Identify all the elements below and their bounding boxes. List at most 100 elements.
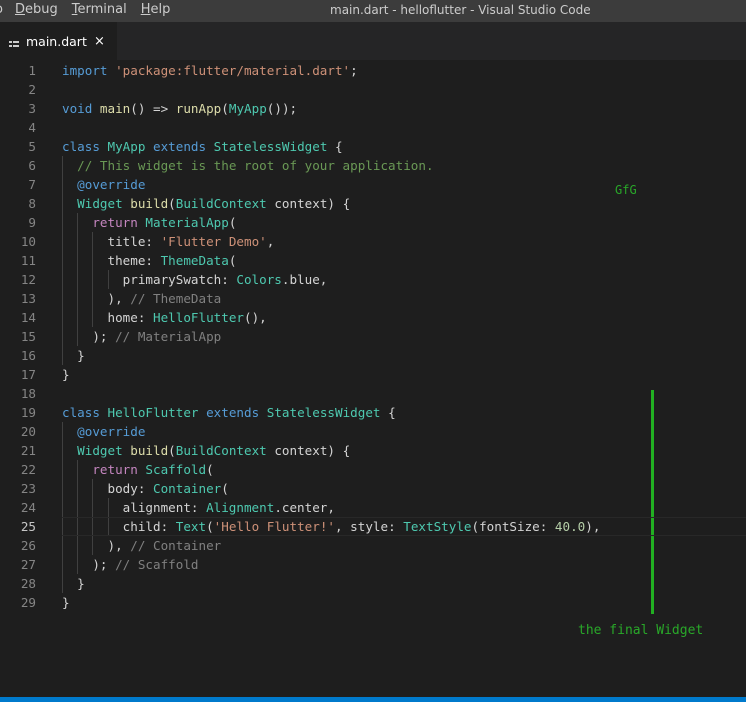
code-token: build [130, 443, 169, 458]
code-text: return Scaffold( [62, 460, 214, 479]
code-line[interactable]: 27 ); // Scaffold [0, 555, 746, 574]
code-token: // ThemeData [130, 291, 222, 306]
code-text: // This widget is the root of your appli… [62, 156, 433, 175]
line-number: 17 [20, 367, 36, 382]
code-text: return MaterialApp( [62, 213, 236, 232]
code-token: class [62, 405, 108, 420]
code-line[interactable]: 12 primarySwatch: Colors.blue, [0, 270, 746, 289]
code-text: theme: ThemeData( [62, 251, 236, 270]
code-token: () => [130, 101, 176, 116]
tab-main-dart[interactable]: main.dart × [0, 22, 117, 60]
code-line[interactable]: 15 ); // MaterialApp [0, 327, 746, 346]
code-token: MyApp [228, 101, 267, 116]
code-text: import 'package:flutter/material.dart'; [62, 61, 365, 80]
code-text: } [62, 365, 70, 384]
code-line[interactable]: 11 theme: ThemeData( [0, 251, 746, 270]
code-token: // Container [130, 538, 222, 553]
code-line[interactable]: 26 ), // Container [0, 536, 746, 555]
code-line[interactable]: 7 @override [0, 175, 746, 194]
code-line[interactable]: 14 home: HelloFlutter(), [0, 308, 746, 327]
code-text: } [62, 346, 85, 365]
final-widget-annotation: the final Widget [578, 623, 704, 638]
code-line[interactable]: 4 [0, 118, 746, 137]
close-icon[interactable]: × [94, 34, 105, 50]
line-number: 27 [20, 557, 36, 572]
code-token: , [266, 234, 275, 249]
code-token: context) { [274, 196, 351, 211]
code-line[interactable]: 3 void main() => runApp(MyApp()); [0, 99, 746, 118]
code-token: ( [206, 462, 214, 477]
code-line[interactable]: 6 // This widget is the root of your app… [0, 156, 746, 175]
code-text: Widget build(BuildContext context) { [62, 194, 350, 213]
code-line[interactable]: 18 [0, 384, 746, 403]
line-number: 20 [20, 424, 36, 439]
code-token: primarySwatch: [62, 272, 237, 287]
code-token: ), [585, 519, 601, 534]
code-line[interactable]: 9 return MaterialApp( [0, 213, 746, 232]
code-token: (fontSize: [471, 519, 555, 534]
line-number: 19 [20, 405, 36, 420]
code-line[interactable]: 8 Widget build(BuildContext context) { [0, 194, 746, 213]
code-text: ), // Container [62, 536, 221, 555]
code-token: , style: [335, 519, 404, 534]
code-token: Text [175, 519, 207, 534]
line-number: 18 [20, 386, 36, 401]
menu-item-go[interactable]: o [0, 0, 3, 22]
code-text: alignment: Alignment.center, [62, 498, 335, 517]
code-line[interactable]: 24 alignment: Alignment.center, [0, 498, 746, 517]
code-token: MyApp [107, 139, 153, 154]
code-token: } [62, 576, 85, 591]
line-number: 28 [20, 576, 36, 591]
code-editor[interactable]: GfG the final Widget 1 import 'package:fl… [0, 60, 746, 697]
code-text: title: 'Flutter Demo', [62, 232, 274, 251]
code-token: import [62, 63, 116, 78]
code-line[interactable]: 19 class HelloFlutter extends StatelessWi… [0, 403, 746, 422]
code-line[interactable]: 5 class MyApp extends StatelessWidget { [0, 137, 746, 156]
code-token: ); [62, 329, 116, 344]
line-number: 22 [20, 462, 36, 477]
code-line[interactable]: 10 title: 'Flutter Demo', [0, 232, 746, 251]
code-line[interactable]: 23 body: Container( [0, 479, 746, 498]
code-token: runApp [175, 101, 222, 116]
menu-item-debug[interactable]: Debug [15, 0, 58, 22]
code-token: { [327, 139, 343, 154]
code-text: body: Container( [62, 479, 228, 498]
code-token: home: [62, 310, 153, 325]
code-line[interactable]: 16 } [0, 346, 746, 365]
code-text: @override [62, 422, 145, 441]
code-token: ( [228, 215, 237, 230]
code-line[interactable]: 2 [0, 80, 746, 99]
code-line[interactable]: 22 return Scaffold( [0, 460, 746, 479]
code-token: StatelessWidget [213, 139, 328, 154]
code-token: ( [228, 253, 237, 268]
code-line[interactable]: 13 ), // ThemeData [0, 289, 746, 308]
line-number: 9 [28, 215, 36, 230]
line-number: 2 [28, 82, 36, 97]
code-token: ); [62, 557, 116, 572]
tab-label: main.dart [26, 34, 87, 49]
line-number: 23 [20, 481, 36, 496]
code-token: HelloFlutter [107, 405, 207, 420]
code-token: ( [168, 196, 176, 211]
file-lines-icon [9, 41, 19, 47]
code-token: child: [62, 519, 176, 534]
code-line[interactable]: 20 @override [0, 422, 746, 441]
code-line[interactable]: 17} [0, 365, 746, 384]
menu-item-help[interactable]: Help [141, 0, 171, 22]
code-line[interactable]: 21 Widget build(BuildContext context) { [0, 441, 746, 460]
code-text: home: HelloFlutter(), [62, 308, 266, 327]
menu-bar: o Debug Terminal Help [0, 0, 184, 22]
line-number: 3 [28, 101, 36, 116]
code-line[interactable]: 25 child: Text('Hello Flutter!', style: … [0, 517, 746, 536]
code-line[interactable]: 1 import 'package:flutter/material.dart'; [0, 61, 746, 80]
code-token: return [92, 462, 146, 477]
code-line[interactable]: 28 } [0, 574, 746, 593]
menu-item-terminal[interactable]: Terminal [72, 0, 127, 22]
code-text: void main() => runApp(MyApp()); [62, 99, 297, 118]
code-token: Alignment [206, 500, 275, 515]
code-line[interactable]: 29} [0, 593, 746, 612]
code-token: MaterialApp [145, 215, 229, 230]
